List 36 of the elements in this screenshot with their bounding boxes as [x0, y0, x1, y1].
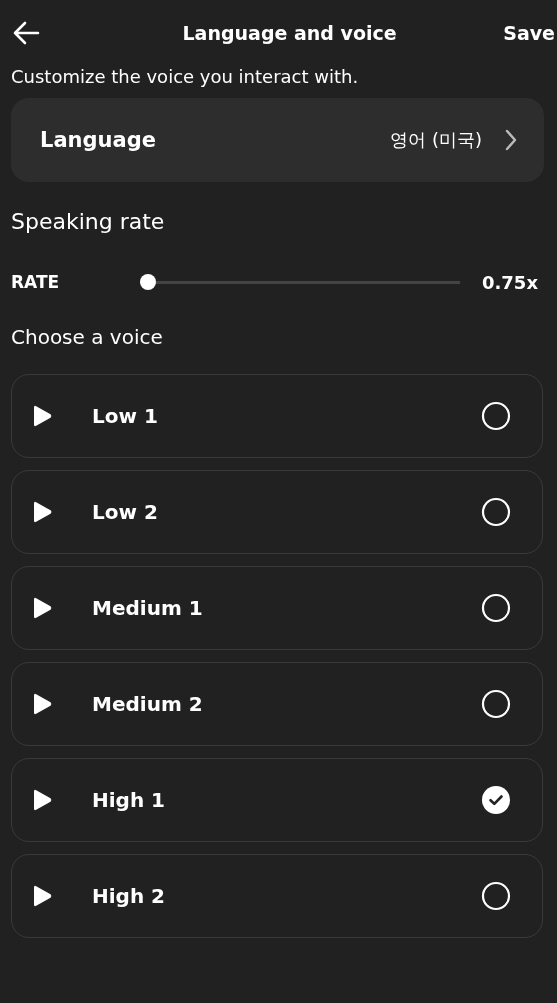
- voice-name: Low 2: [92, 500, 159, 524]
- chevron-right-icon: [504, 128, 518, 152]
- radio-button[interactable]: [481, 401, 511, 431]
- play-icon[interactable]: [31, 788, 53, 812]
- page-title: Language and voice: [181, 22, 398, 44]
- radio-button[interactable]: [481, 689, 511, 719]
- play-icon[interactable]: [31, 404, 53, 428]
- play-icon[interactable]: [31, 596, 53, 620]
- rate-value: 0.75x: [481, 271, 538, 293]
- section-heading: Speaking rate: [11, 208, 166, 236]
- voice-option[interactable]: High 2: [11, 854, 543, 938]
- voice-name: High 2: [92, 884, 167, 908]
- voice-option[interactable]: High 1: [11, 758, 543, 842]
- voice-option[interactable]: Low 1: [11, 374, 543, 458]
- voice-option[interactable]: Medium 2: [11, 662, 543, 746]
- voice-option[interactable]: Low 2: [11, 470, 543, 554]
- voice-name: Medium 2: [92, 692, 204, 716]
- save-button[interactable]: Save: [503, 22, 555, 44]
- radio-button[interactable]: [481, 881, 511, 911]
- back-button[interactable]: [12, 21, 40, 45]
- slider-thumb[interactable]: [140, 274, 156, 290]
- play-icon[interactable]: [31, 692, 53, 716]
- voice-name: Medium 1: [92, 596, 204, 620]
- language-row[interactable]: Language 영어 (미국): [11, 98, 544, 182]
- section-heading: Choose a voice: [11, 324, 164, 351]
- voice-option[interactable]: Medium 1: [11, 566, 543, 650]
- radio-checked-icon[interactable]: [481, 785, 511, 815]
- back-arrow-icon: [12, 21, 40, 45]
- radio-button[interactable]: [481, 593, 511, 623]
- voice-name: High 1: [92, 788, 167, 812]
- play-icon[interactable]: [31, 884, 53, 908]
- voice-name: Low 1: [92, 404, 159, 428]
- description-text: Customize the voice you interact with.: [11, 66, 360, 88]
- play-icon[interactable]: [31, 500, 53, 524]
- radio-button[interactable]: [481, 497, 511, 527]
- rate-label: RATE: [11, 272, 61, 292]
